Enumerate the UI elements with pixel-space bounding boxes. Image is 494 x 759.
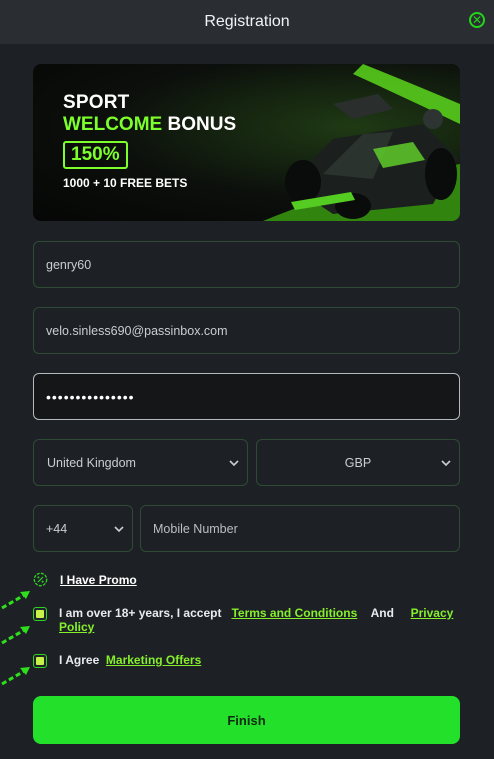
promo-percent-icon[interactable] <box>33 572 48 587</box>
welcome-bonus-banner: SPORT WELCOME BONUS 150% 1000 + 10 FREE … <box>33 64 460 221</box>
mobile-placeholder: Mobile Number <box>153 521 238 536</box>
banner-line2: WELCOME BONUS <box>63 114 236 136</box>
password-value: ••••••••••••••• <box>46 388 135 405</box>
mobile-number-field[interactable]: Mobile Number <box>140 505 460 552</box>
promo-row: I Have Promo <box>33 572 137 587</box>
email-field[interactable]: velo.sinless690@passinbox.com <box>33 307 460 354</box>
age-checkbox[interactable] <box>33 607 47 621</box>
phone-code-value: +44 <box>46 521 68 536</box>
password-field[interactable]: ••••••••••••••• <box>33 373 460 420</box>
annotation-arrow-icon <box>1 667 30 686</box>
chevron-down-icon <box>441 459 451 466</box>
finish-button[interactable]: Finish <box>33 696 460 744</box>
currency-select[interactable]: GBP <box>256 439 460 486</box>
marketing-consent-row: I Agree Marketing Offers <box>33 653 201 668</box>
age-consent-row: I am over 18+ years, I accept Terms and … <box>33 606 459 634</box>
marketing-text: I Agree <box>59 653 100 667</box>
banner-welcome: WELCOME <box>63 114 163 135</box>
banner-line1: SPORT <box>63 92 130 113</box>
terms-link[interactable]: Terms and Conditions <box>231 606 357 620</box>
age-consent-text: I am over 18+ years, I accept <box>59 606 222 620</box>
and-text: And <box>370 606 394 620</box>
phone-code-select[interactable]: +44 <box>33 505 133 552</box>
username-value: genry60 <box>46 257 92 272</box>
chevron-down-icon <box>114 525 124 532</box>
marketing-offers-link[interactable]: Marketing Offers <box>106 653 201 667</box>
banner-percent: 150% <box>63 141 128 169</box>
privacy-link-line2[interactable]: Policy <box>59 620 94 634</box>
promo-link[interactable]: I Have Promo <box>60 573 137 587</box>
banner-free-bets: 1000 + 10 FREE BETS <box>63 176 188 190</box>
country-select[interactable]: United Kingdom <box>33 439 248 486</box>
email-value: velo.sinless690@passinbox.com <box>46 323 228 338</box>
banner-bonus: BONUS <box>167 114 237 135</box>
privacy-link[interactable]: Privacy <box>411 606 454 620</box>
modal-title: Registration <box>204 13 290 30</box>
close-icon[interactable]: ✕ <box>469 12 485 28</box>
modal-header: Registration ✕ <box>0 0 494 44</box>
currency-value: GBP <box>344 455 372 470</box>
chevron-down-icon <box>229 459 239 466</box>
country-value: United Kingdom <box>47 455 136 470</box>
username-field[interactable]: genry60 <box>33 241 460 288</box>
marketing-checkbox[interactable] <box>33 654 47 668</box>
annotation-arrow-icon <box>1 626 30 645</box>
annotation-arrow-icon <box>1 591 30 610</box>
